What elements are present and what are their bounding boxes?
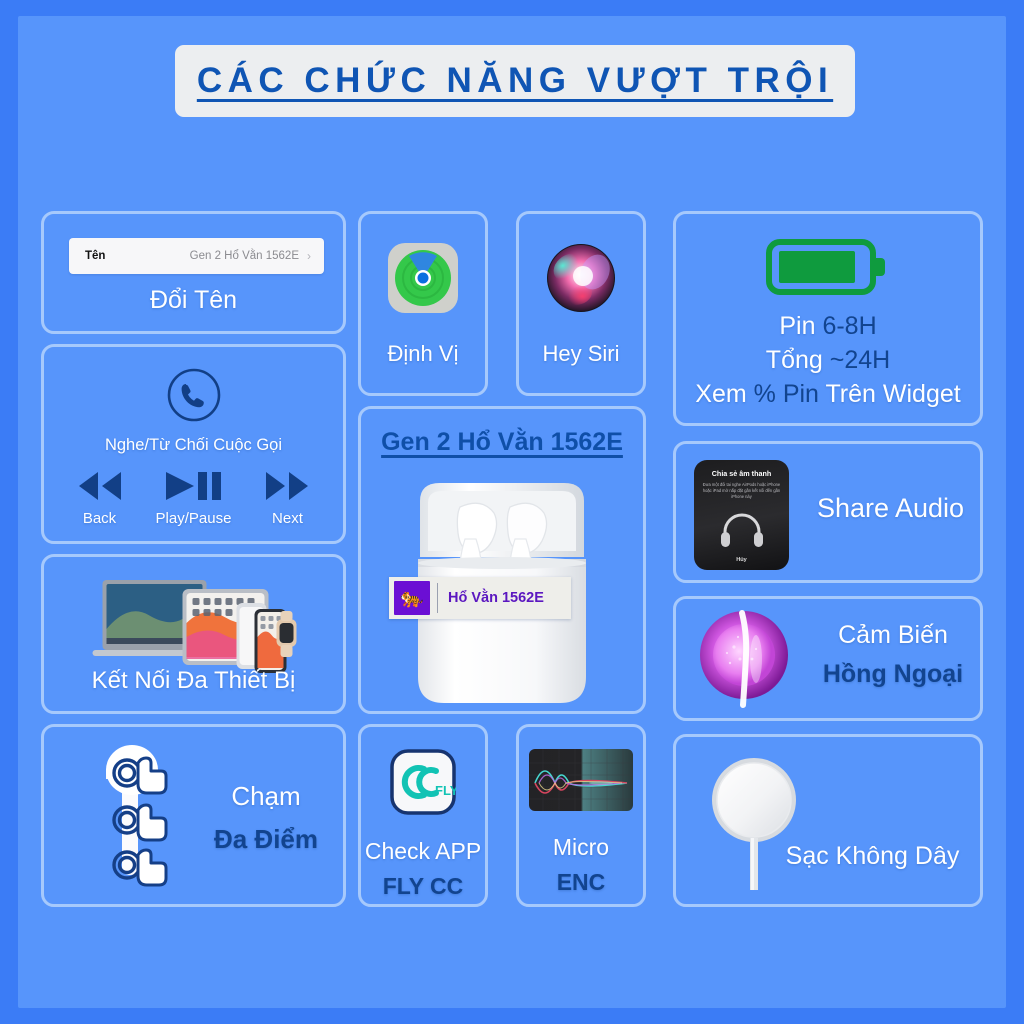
tiger-emblem-icon: 🐅 [394, 581, 430, 615]
battery-line3-b: % Pin [753, 380, 826, 408]
battery-text-block: Pin 6-8H Tổng ~24H Xem % Pin Trên Widget [676, 309, 980, 411]
product-badge: 🐅 Hổ Vằn 1562E [389, 577, 571, 619]
card-call-sub-label: Nghe/Từ Chối Cuộc Gọi [104, 436, 283, 454]
card-hey-siri-label: Hey Siri [542, 341, 620, 366]
card-micro-label-bottom: ENC [556, 869, 606, 895]
magsafe-charger-icon [708, 754, 800, 899]
media-controls: Back Play/Pause Next [58, 469, 329, 527]
page-title: CÁC CHỨC NĂNG VƯỢT TRỘI [196, 61, 834, 100]
svg-text:FLY: FLY [435, 783, 456, 798]
card-multi-touch[interactable]: Chạm Đa Điểm [41, 724, 346, 907]
card-product[interactable]: Gen 2 Hổ Vằn 1562E 🐅 Hổ Vằn 1562E [358, 406, 646, 714]
battery-line1-dark: 6-8H [822, 312, 877, 340]
infrared-sensor-icon [694, 607, 794, 716]
media-back-caption: Back [82, 510, 117, 527]
battery-line3-a: Xem [695, 380, 754, 408]
badge-divider [437, 583, 438, 613]
card-wireless-charging[interactable]: Sạc Không Dây [673, 734, 983, 907]
name-row-value: Gen 2 Hổ Vằn 1562E [189, 250, 299, 262]
media-next-caption: Next [272, 510, 303, 527]
card-call-controls[interactable]: Nghe/Từ Chối Cuộc Gọi Back Play/Pause Ne… [41, 344, 346, 544]
name-row-key: Tên [85, 250, 106, 262]
siri-orb-icon [545, 242, 617, 319]
rewind-icon [78, 472, 121, 500]
play-pause-icon [166, 472, 222, 500]
multi-tap-earbud-icon [72, 737, 192, 897]
media-playpause-caption: Play/Pause [155, 510, 232, 527]
battery-line-3: Xem % Pin Trên Widget [676, 377, 980, 411]
enc-waveform-icon [529, 749, 633, 816]
media-next-button[interactable]: Next [260, 469, 314, 527]
card-multi-device-label: Kết Nối Đa Thiết Bị [91, 667, 296, 694]
media-playpause-button[interactable]: Play/Pause [155, 469, 232, 527]
card-hey-siri[interactable]: Hey Siri [516, 211, 646, 396]
product-badge-text: Hổ Vằn 1562E [448, 590, 544, 606]
share-tile-cancel[interactable]: Hủy [694, 557, 789, 563]
phone-handset-icon [44, 367, 343, 428]
card-ir-label-bottom: Hồng Ngoại [822, 660, 964, 688]
card-share-audio-label: Share Audio [816, 493, 965, 523]
card-battery[interactable]: Pin 6-8H Tổng ~24H Xem % Pin Trên Widget [673, 211, 983, 426]
poster-root: CÁC CHỨC NĂNG VƯỢT TRỘI Tên Gen 2 Hổ Vằn… [18, 16, 1006, 1008]
card-check-app-label-top: Check APP [364, 838, 482, 864]
card-rename-label: Đổi Tên [149, 286, 238, 314]
product-title: Gen 2 Hổ Vằn 1562E [381, 428, 623, 456]
card-find-my-label: Định Vị [387, 341, 459, 366]
page-title-banner: CÁC CHỨC NĂNG VƯỢT TRỘI [175, 45, 855, 117]
battery-full-icon [676, 236, 980, 303]
media-back-button[interactable]: Back [73, 469, 127, 527]
card-micro-enc[interactable]: Micro ENC [516, 724, 646, 907]
battery-line2-white: Tổng [765, 346, 830, 374]
chevron-right-icon: › [307, 249, 311, 263]
battery-line1-white: Pin [779, 312, 823, 340]
card-ir-text: Cảm Biến Hồng Ngoại [806, 621, 980, 689]
name-setting-row[interactable]: Tên Gen 2 Hổ Vằn 1562E › [69, 238, 324, 274]
card-check-app-label-bottom: FLY CC [382, 873, 464, 899]
apple-devices-icon [86, 571, 301, 681]
card-micro-label-top: Micro [552, 834, 610, 860]
card-multi-touch-text: Chạm Đa Điểm [196, 781, 336, 855]
fast-forward-icon [266, 472, 309, 500]
share-tile-title: Chia sẻ âm thanh [711, 469, 772, 478]
find-my-icon [387, 242, 459, 319]
card-multi-touch-label-bottom: Đa Điểm [213, 824, 319, 854]
fly-cc-app-icon: FLY [390, 749, 459, 820]
battery-line-1: Pin 6-8H [676, 309, 980, 343]
card-share-audio[interactable]: Chia sẻ âm thanh Đưa một đôi tai nghe Ai… [673, 441, 983, 583]
battery-line3-c: Trên Widget [825, 380, 961, 408]
card-multi-device[interactable]: Kết Nối Đa Thiết Bị [41, 554, 346, 714]
share-audio-tile: Chia sẻ âm thanh Đưa một đôi tai nghe Ai… [694, 460, 789, 570]
card-find-my[interactable]: Định Vị [358, 211, 488, 396]
battery-line2-dark: ~24H [829, 346, 891, 374]
card-multi-touch-label-top: Chạm [231, 781, 301, 811]
card-rename[interactable]: Tên Gen 2 Hổ Vằn 1562E › Đổi Tên [41, 211, 346, 334]
card-ir-label-top: Cảm Biến [838, 621, 948, 649]
headphones-icon [694, 512, 789, 553]
share-tile-body: Đưa một đôi tai nghe AirPods hoặc iPhone… [702, 482, 781, 499]
card-ir-sensor[interactable]: Cảm Biến Hồng Ngoại [673, 596, 983, 721]
card-wireless-charging-label: Sạc Không Dây [785, 842, 960, 870]
card-check-app[interactable]: FLY Check APP FLY CC [358, 724, 488, 907]
battery-line-2: Tổng ~24H [676, 343, 980, 377]
